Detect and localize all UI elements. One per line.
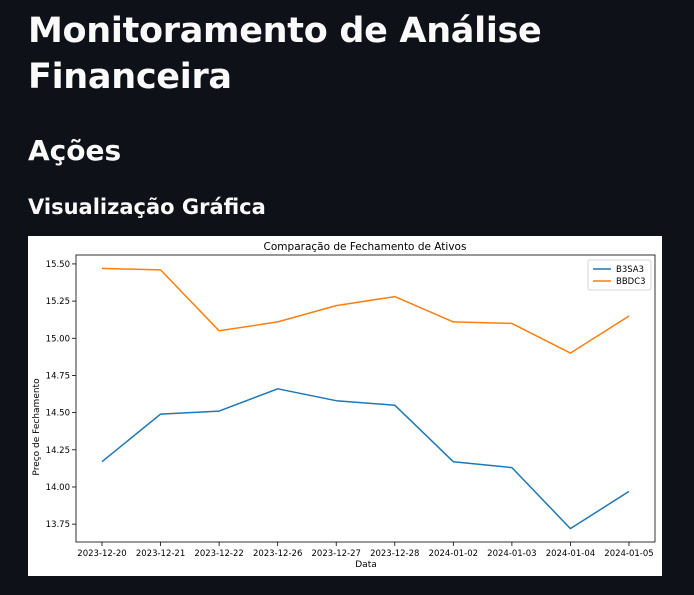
x-tick-label: 2024-01-03 xyxy=(487,549,536,559)
y-tick-label: 14.25 xyxy=(46,446,70,456)
y-tick-label: 14.75 xyxy=(46,371,70,381)
legend-label-b3sa3: B3SA3 xyxy=(616,265,644,275)
chart-figure: Comparação de Fechamento de Ativos 13.75… xyxy=(28,236,662,576)
x-tick-label: 2023-12-27 xyxy=(312,549,361,559)
x-axis: 2023-12-20 2023-12-21 2023-12-22 2023-12-26… xyxy=(77,542,654,559)
y-axis-label: Preço de Fechamento xyxy=(32,378,42,476)
series-line-b3sa3 xyxy=(101,388,630,530)
chart-title: Comparação de Fechamento de Ativos xyxy=(264,241,467,253)
series-line-bbdc3 xyxy=(101,267,630,354)
y-tick-label: 15.00 xyxy=(46,334,70,344)
y-tick-label: 15.25 xyxy=(46,297,70,307)
y-tick-label: 14.50 xyxy=(46,409,70,419)
x-tick-label: 2023-12-21 xyxy=(136,549,185,559)
plot-frame xyxy=(75,254,656,543)
x-tick-label: 2023-12-22 xyxy=(194,549,243,559)
y-axis: 13.75 14.00 14.25 14.50 14.75 15.00 15.25 15.50 xyxy=(46,260,76,530)
y-tick-label: 13.75 xyxy=(46,520,70,530)
x-tick-label: 2023-12-28 xyxy=(370,549,419,559)
plot-lines xyxy=(101,267,630,530)
page-title: Monitoramento de Análise Financeira xyxy=(28,11,542,97)
chart-legend: B3SA3 BBDC3 xyxy=(587,259,652,291)
x-tick-label: 2023-12-26 xyxy=(253,549,302,559)
legend-label-bbdc3: BBDC3 xyxy=(616,277,646,287)
x-tick-label: 2024-01-02 xyxy=(429,549,478,559)
x-tick-label: 2024-01-04 xyxy=(546,549,595,559)
x-tick-label: 2024-01-05 xyxy=(604,549,653,559)
x-axis-label: Data xyxy=(355,560,377,570)
y-tick-label: 14.00 xyxy=(46,483,70,493)
section-header: Ações xyxy=(28,134,122,167)
line-chart: Comparação de Fechamento de Ativos 13.75… xyxy=(32,241,656,570)
x-tick-label: 2023-12-20 xyxy=(77,549,126,559)
y-tick-label: 15.50 xyxy=(46,260,70,270)
subsection-header: Visualização Gráfica xyxy=(28,195,266,219)
